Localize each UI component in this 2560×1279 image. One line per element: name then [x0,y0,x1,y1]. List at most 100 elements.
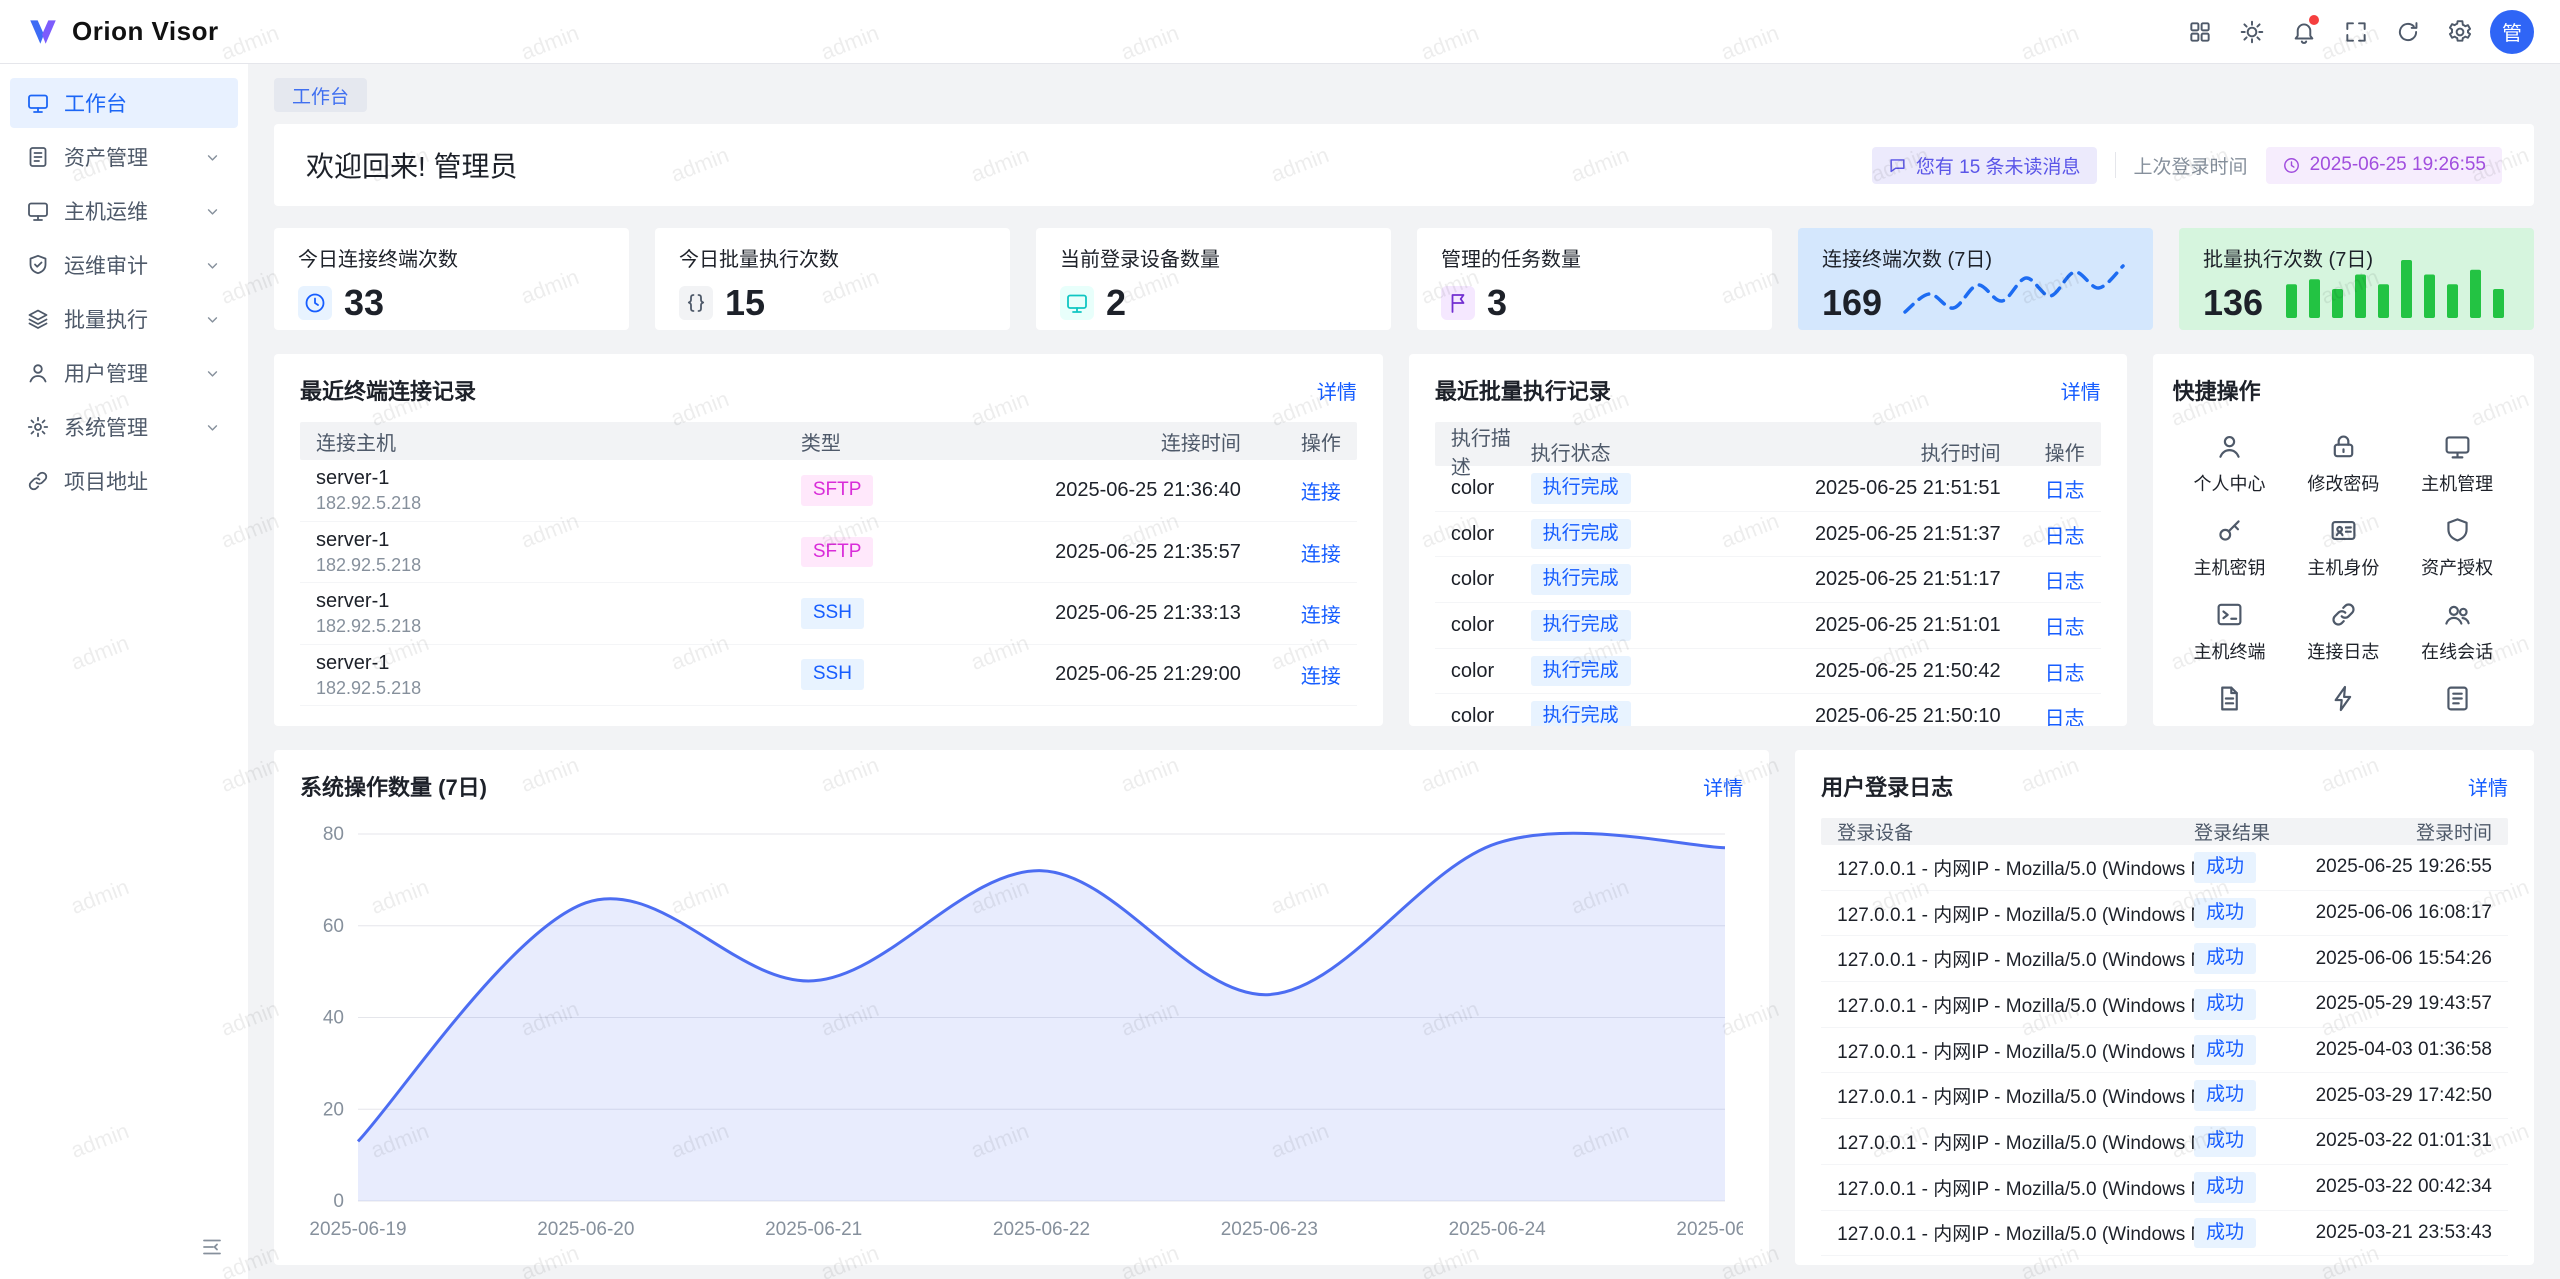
log-link[interactable]: 日志 [2045,708,2085,726]
header-icon-button[interactable] [2386,10,2430,54]
header-icon-button[interactable] [2230,10,2274,54]
clock-icon [298,286,332,320]
login-time: 2025-03-22 01:01:31 [2302,1130,2492,1152]
main-content: 工作台 欢迎回来! 管理员 您有 15 条未读消息 上次登录时间 2025-06… [248,64,2560,1279]
login-device: 127.0.0.1 - 内网IP - Mozilla/5.0 (Windows … [1837,945,2194,972]
table-row: color 执行完成 2025-06-25 21:51:51 日志 [1435,466,2101,512]
host-name: server-1 [316,650,801,677]
login-result-tag: 成功 [2194,1035,2256,1066]
sidebar-collapse-button[interactable] [200,1229,236,1265]
login-time: 2025-06-06 15:54:26 [2302,948,2492,970]
login-time: 2025-03-29 17:42:50 [2302,1085,2492,1107]
svg-text:80: 80 [323,824,344,845]
quick-action[interactable]: 修改密码 [2286,432,2400,496]
quick-action[interactable]: 连接日志 [2286,600,2400,664]
login-logs-panel: 用户登录日志 详情 登录设备 登录结果 登录时间 127.0.0.1 - 内网I… [1795,750,2534,1265]
table-row: 127.0.0.1 - 内网IP - Mozilla/5.0 (Windows … [1821,982,2508,1028]
detail-link[interactable]: 详情 [2061,376,2101,405]
table-row: 127.0.0.1 - 内网IP - Mozilla/5.0 (Windows … [1821,1028,2508,1074]
chevron-down-icon [203,202,222,221]
chevron-down-icon [203,148,222,167]
log-link[interactable]: 日志 [2045,480,2085,502]
connect-link[interactable]: 连接 [1301,605,1341,627]
sidebar-item[interactable]: 主机运维 [10,186,238,236]
login-time: 2025-05-29 19:43:57 [2302,993,2492,1015]
quick-action[interactable]: 资产授权 [2400,516,2514,580]
log-link[interactable]: 日志 [2045,617,2085,639]
quick-action[interactable]: 主机身份 [2286,516,2400,580]
header-icon-button[interactable] [2282,10,2326,54]
breadcrumb-item[interactable]: 工作台 [274,78,367,112]
shield-icon [2443,516,2472,545]
connect-link[interactable]: 连接 [1301,666,1341,688]
table-row: color 执行完成 2025-06-25 21:51:37 日志 [1435,512,2101,558]
quick-action[interactable]: 主机管理 [2400,432,2514,496]
svg-text:2025-06-22: 2025-06-22 [993,1219,1090,1240]
detail-link[interactable]: 详情 [1703,772,1743,801]
quick-action[interactable]: 在线会话 [2400,600,2514,664]
quick-action[interactable]: 个人中心 [2173,432,2287,496]
message-icon [1888,156,1907,175]
connect-link[interactable]: 连接 [1301,482,1341,504]
sidebar-item[interactable]: 批量执行 [10,294,238,344]
quick-action-label: 主机身份 [2307,554,2379,580]
header-icon-button[interactable] [2438,10,2482,54]
header-icon-button[interactable] [2178,10,2222,54]
svg-text:2025-06-25: 2025-06-25 [1676,1219,1743,1240]
sidebar-item[interactable]: 项目地址 [10,456,238,506]
login-device: 127.0.0.1 - 内网IP - Mozilla/5.0 (Windows … [1837,1174,2194,1201]
table-row: 127.0.0.1 - 内网IP - Mozilla/5.0 (Windows … [1821,936,2508,982]
table-row: 127.0.0.1 - 内网IP - Mozilla/5.0 (Windows … [1821,1165,2508,1211]
detail-link[interactable]: 详情 [2468,772,2508,801]
asset-icon [26,145,50,169]
sidebar-item[interactable]: 系统管理 [10,402,238,452]
sidebar-item-label: 批量执行 [64,304,148,334]
panel-title: 系统操作数量 (7日) [300,770,487,802]
host-ip: 182.92.5.218 [316,677,801,700]
sidebar-item[interactable]: 用户管理 [10,348,238,398]
login-result-tag: 成功 [2194,1080,2256,1111]
exec-status-tag: 执行完成 [1531,701,1631,726]
log-link[interactable]: 日志 [2045,526,2085,548]
quick-action[interactable]: 主机密钥 [2173,516,2287,580]
unread-messages-pill[interactable]: 您有 15 条未读消息 [1872,147,2097,184]
quick-action-label: 在线会话 [2421,638,2493,664]
quick-action[interactable]: 文件操作日志 [2173,684,2287,726]
login-result-tag: 成功 [2194,1126,2256,1157]
notification-dot [2309,15,2319,25]
sidebar-item[interactable]: 资产管理 [10,132,238,182]
stat-label: 今日连接终端次数 [298,243,605,272]
host-name: server-1 [316,527,801,554]
login-result-tag: 成功 [2194,989,2256,1020]
key-icon [2215,516,2244,545]
unread-messages-text: 您有 15 条未读消息 [1916,152,2081,179]
panel-title: 最近批量执行记录 [1435,374,1611,406]
quick-action[interactable]: 命令执行 [2286,684,2400,726]
host-ip: 182.92.5.218 [316,554,801,577]
stat-value: 2 [1106,282,1126,324]
quick-action-label: 连接日志 [2307,638,2379,664]
sidebar-item-label: 运维审计 [64,250,148,280]
orion-visor-logo-icon [26,15,60,49]
detail-link[interactable]: 详情 [1317,376,1357,405]
table-row: server-1 182.92.5.218 SSH 2025-06-25 21:… [300,583,1357,644]
stat-card: 管理的任务数量 3 [1417,228,1772,330]
sidebar-item-label: 项目地址 [64,466,148,496]
sidebar-item-label: 系统管理 [64,412,148,442]
log-link[interactable]: 日志 [2045,571,2085,593]
lock-icon [2329,432,2358,461]
user-avatar[interactable]: 管 [2490,10,2534,54]
exec-status-tag: 执行完成 [1531,473,1631,504]
quick-action[interactable]: 执行日志 [2400,684,2514,726]
login-time: 2025-06-06 16:08:17 [2302,902,2492,924]
sidebar-item[interactable]: 运维审计 [10,240,238,290]
log-link[interactable]: 日志 [2045,663,2085,685]
exec-status-tag: 执行完成 [1531,564,1631,595]
quick-action[interactable]: 主机终端 [2173,600,2287,664]
header-actions [2178,10,2482,54]
sidebar-item[interactable]: 工作台 [10,78,238,128]
theme-icon [2239,19,2265,45]
connect-link[interactable]: 连接 [1301,544,1341,566]
header-icon-button[interactable] [2334,10,2378,54]
table-row: server-1 182.92.5.218 SFTP 2025-06-25 21… [300,522,1357,583]
